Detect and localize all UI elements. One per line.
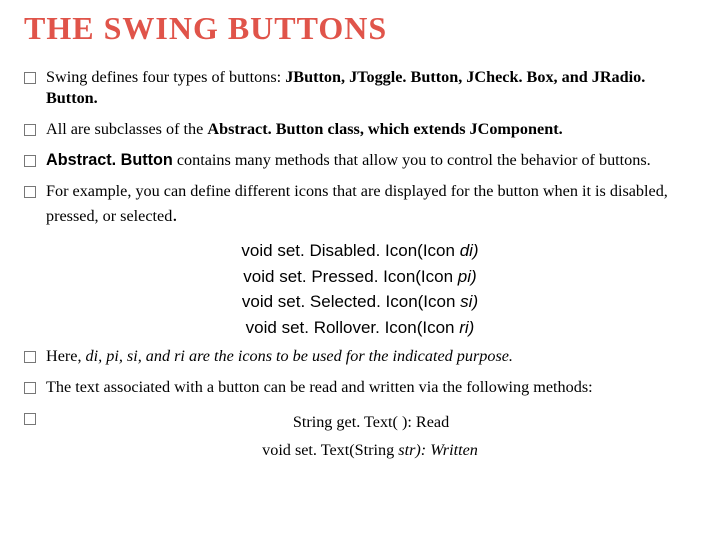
text-span: void set. Disabled. Icon(Icon (241, 241, 459, 260)
text-span: void set. Pressed. Icon(Icon (243, 267, 458, 286)
text-italic: di) (460, 241, 479, 260)
bullet-marker-icon (24, 382, 36, 394)
bullet-text: Swing defines four types of buttons: JBu… (46, 67, 696, 109)
bullet-text: All are subclasses of the Abstract. Butt… (46, 119, 696, 140)
text-span: All are subclasses of the (46, 120, 207, 138)
text-span: Swing defines four types of buttons: (46, 68, 285, 86)
method-line: void set. Selected. Icon(Icon si) (24, 289, 696, 315)
bullet-text: Abstract. Button contains many methods t… (46, 150, 696, 171)
text-span: contains many methods that allow you to … (173, 151, 651, 169)
bullet-marker-icon (24, 351, 36, 363)
bullet-text: String get. Text( ): Read (46, 412, 696, 433)
bullet-text: For example, you can define different ic… (46, 181, 696, 228)
bullet-text: Here, di, pi, si, and ri are the icons t… (46, 346, 696, 367)
bullet-item: Here, di, pi, si, and ri are the icons t… (24, 346, 696, 367)
slide-title: THE SWING BUTTONS (24, 10, 696, 47)
text-span: void set. Text(String (262, 441, 398, 459)
bullet-spacer (24, 441, 34, 451)
text-span: String get. Text( ): Read (293, 413, 449, 431)
method-list: void set. Disabled. Icon(Icon di) void s… (24, 238, 696, 340)
bullet-text: void set. Text(String str): Written (44, 440, 696, 461)
text-italic: str): Written (398, 441, 478, 459)
method-line: void set. Disabled. Icon(Icon di) (24, 238, 696, 264)
bullet-marker-icon (24, 155, 36, 167)
text-span: void set. Selected. Icon(Icon (242, 292, 460, 311)
text-bold: Abstract. Button class, which extends JC… (207, 120, 562, 138)
bullet-item: For example, you can define different ic… (24, 181, 696, 228)
bullet-item: The text associated with a button can be… (24, 377, 696, 398)
text-italic: si) (460, 292, 478, 311)
bullet-item: String get. Text( ): Read (24, 408, 696, 433)
text-italic: ri) (459, 318, 474, 337)
bullet-marker-icon (24, 413, 36, 425)
text-span: . (172, 204, 177, 226)
text-italic: di, pi, si, and ri are the icons to be u… (86, 347, 513, 365)
text-span: Here, (46, 347, 86, 365)
bullet-item: Swing defines four types of buttons: JBu… (24, 67, 696, 109)
bullet-text: The text associated with a button can be… (46, 377, 696, 398)
slide: THE SWING BUTTONS Swing defines four typ… (0, 0, 720, 540)
bullet-marker-icon (24, 186, 36, 198)
text-span: For example, you can define different ic… (46, 182, 668, 225)
text-bold: Abstract. Button (46, 151, 173, 169)
text-italic: pi) (458, 267, 477, 286)
bullet-list: Swing defines four types of buttons: JBu… (24, 67, 696, 461)
bullet-marker-icon (24, 124, 36, 136)
text-span: void set. Rollover. Icon(Icon (246, 318, 460, 337)
bullet-item: Abstract. Button contains many methods t… (24, 150, 696, 171)
bullet-item: void set. Text(String str): Written (24, 436, 696, 461)
bullet-marker-icon (24, 72, 36, 84)
bullet-item: All are subclasses of the Abstract. Butt… (24, 119, 696, 140)
method-line: void set. Pressed. Icon(Icon pi) (24, 264, 696, 290)
method-line: void set. Rollover. Icon(Icon ri) (24, 315, 696, 341)
